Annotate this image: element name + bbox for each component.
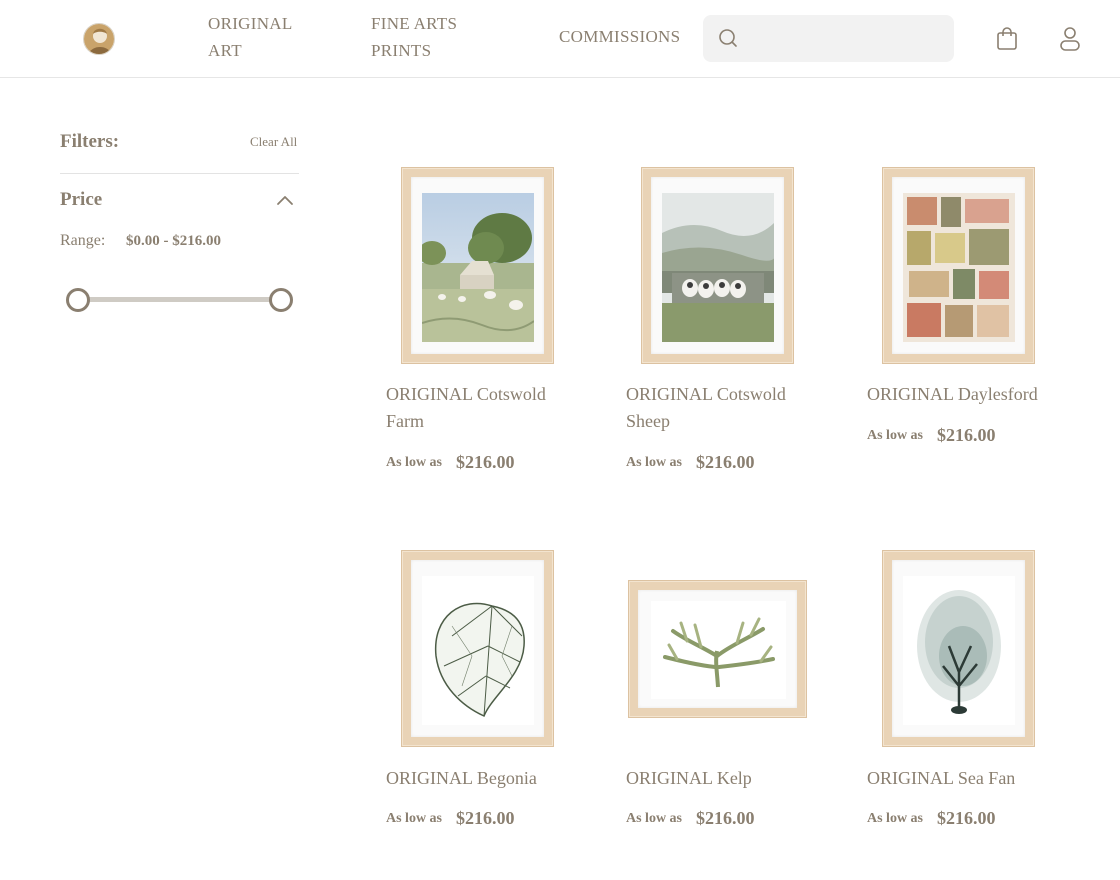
- product-price: $216.00: [696, 452, 755, 472]
- product-title[interactable]: ORIGINAL Daylesford: [867, 381, 1067, 408]
- chevron-up-icon[interactable]: [276, 193, 294, 207]
- product-image[interactable]: [628, 580, 807, 718]
- search-icon[interactable]: [717, 27, 739, 49]
- price-label: As low as: [626, 455, 683, 470]
- price-slider-min-handle[interactable]: [66, 288, 90, 312]
- product-title[interactable]: ORIGINAL Begonia: [386, 765, 586, 792]
- product-price: $216.00: [696, 808, 755, 828]
- nav-original-art[interactable]: ORIGINAL ART: [208, 10, 318, 64]
- filters-divider: [60, 173, 299, 174]
- product-title[interactable]: ORIGINAL Kelp: [626, 765, 826, 792]
- product-price: $216.00: [937, 808, 996, 828]
- user-icon[interactable]: [1058, 25, 1082, 53]
- product-image[interactable]: [401, 167, 554, 364]
- product-image[interactable]: [882, 550, 1035, 747]
- price-label: As low as: [626, 811, 683, 826]
- clear-all-link[interactable]: Clear All: [250, 134, 297, 150]
- product-price: $216.00: [456, 808, 515, 828]
- product-title[interactable]: ORIGINAL Cotswold Farm: [386, 381, 586, 435]
- product-image[interactable]: [882, 167, 1035, 364]
- search-input[interactable]: [747, 23, 942, 54]
- price-label: As low as: [867, 811, 924, 826]
- nav-commissions[interactable]: COMMISSIONS: [559, 23, 680, 50]
- price-label: As low as: [386, 455, 443, 470]
- product-price: $216.00: [456, 452, 515, 472]
- site-header: ORIGINAL ART FINE ARTS PRINTS COMMISSION…: [0, 0, 1120, 78]
- product-title[interactable]: ORIGINAL Cotswold Sheep: [626, 381, 826, 435]
- product-price: $216.00: [937, 425, 996, 445]
- nav-fine-arts-prints[interactable]: FINE ARTS PRINTS: [371, 10, 481, 64]
- shopping-bag-icon[interactable]: [995, 26, 1019, 52]
- range-label: Range:: [60, 232, 106, 249]
- price-slider-track[interactable]: [78, 297, 281, 302]
- price-label: As low as: [386, 811, 443, 826]
- product-image[interactable]: [641, 167, 794, 364]
- price-filter-title[interactable]: Price: [60, 189, 102, 211]
- filters-title: Filters:: [60, 131, 120, 152]
- price-label: As low as: [867, 428, 924, 443]
- range-value: $0.00 - $216.00: [126, 233, 221, 249]
- search-bar: [703, 15, 954, 62]
- product-image[interactable]: [401, 550, 554, 747]
- logo[interactable]: [83, 23, 115, 55]
- product-title[interactable]: ORIGINAL Sea Fan: [867, 765, 1067, 792]
- price-slider-max-handle[interactable]: [269, 288, 293, 312]
